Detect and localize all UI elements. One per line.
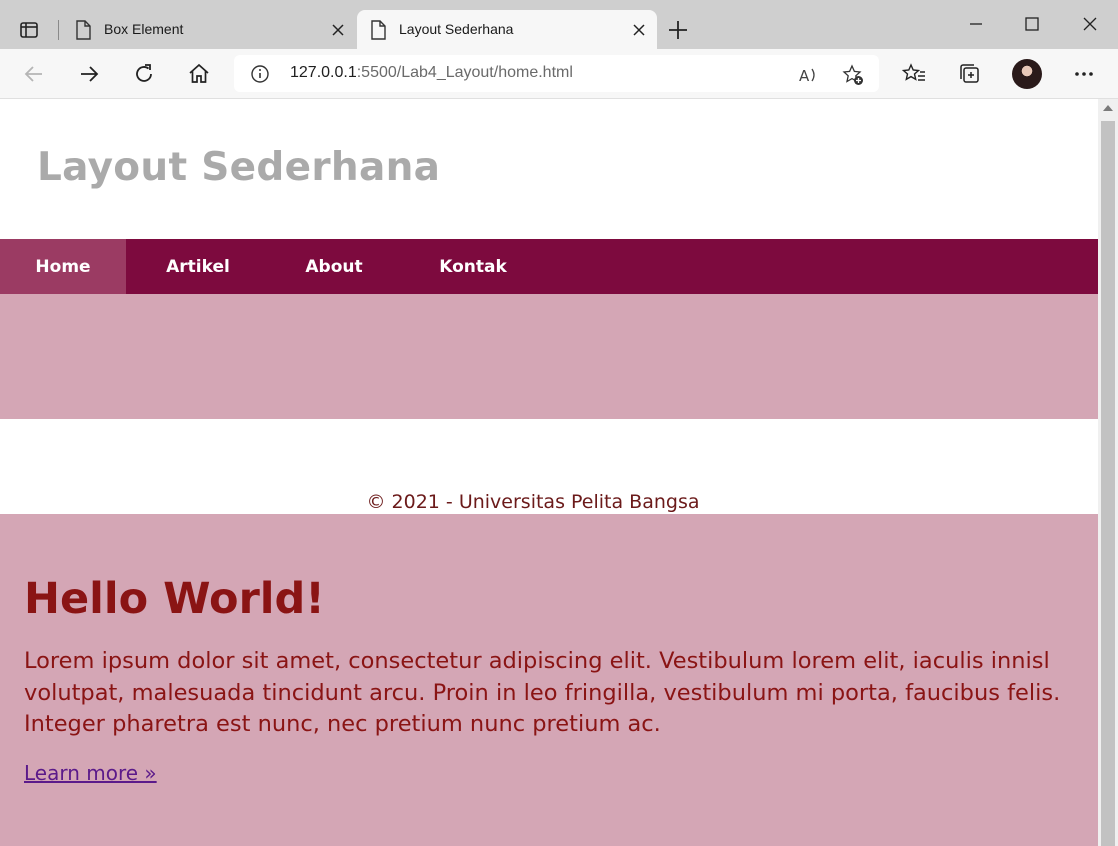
jumbotron: Hello World! Lorem ipsum dolor sit amet,…	[0, 514, 1098, 846]
url-path: :5500/Lab4_Layout/home.html	[356, 64, 573, 81]
jumbotron-text: Lorem ipsum dolor sit amet, consectetur …	[24, 648, 1061, 737]
forward-icon[interactable]	[76, 61, 102, 87]
favorites-icon[interactable]	[901, 61, 927, 87]
maximize-icon[interactable]	[1020, 12, 1044, 36]
address-toolbar: 127.0.0.1:5500/Lab4_Layout/home.html A	[0, 49, 1118, 99]
jumbotron-title: Hello World!	[24, 574, 325, 624]
info-icon[interactable]	[250, 64, 270, 84]
profile-avatar[interactable]	[1012, 59, 1042, 89]
url-field[interactable]: 127.0.0.1:5500/Lab4_Layout/home.html A	[234, 55, 879, 92]
banner-area	[0, 294, 1098, 419]
refresh-icon[interactable]	[131, 61, 157, 87]
window-close-icon[interactable]	[1078, 12, 1102, 36]
nav-item-kontak[interactable]: Kontak	[398, 239, 548, 294]
collections-icon[interactable]	[956, 61, 982, 87]
tab-actions-icon[interactable]	[10, 12, 48, 48]
vertical-scrollbar[interactable]	[1098, 99, 1118, 846]
url-text: 127.0.0.1:5500/Lab4_Layout/home.html	[290, 64, 573, 82]
learn-more-link[interactable]: Learn more »	[24, 761, 157, 785]
back-icon[interactable]	[21, 61, 47, 87]
nav-item-artikel[interactable]: Artikel	[126, 239, 270, 294]
nav-item-about[interactable]: About	[270, 239, 398, 294]
tab-layout-sederhana[interactable]: Layout Sederhana	[357, 10, 657, 49]
site-header: Layout Sederhana	[0, 99, 1098, 239]
svg-text:A: A	[799, 67, 810, 85]
page-icon	[76, 20, 91, 40]
main-nav: Home Artikel About Kontak	[0, 239, 1098, 294]
close-icon[interactable]	[631, 22, 647, 38]
read-aloud-icon[interactable]: A	[798, 64, 820, 86]
tab-box-element[interactable]: Box Element	[62, 10, 356, 49]
site-title: Layout Sederhana	[37, 145, 441, 190]
scroll-thumb[interactable]	[1101, 121, 1115, 846]
close-icon[interactable]	[330, 22, 346, 38]
tab-title: Box Element	[104, 21, 184, 37]
page-viewport: Layout Sederhana Home Artikel About Kont…	[0, 99, 1098, 846]
tab-separator	[58, 20, 59, 40]
scroll-up-arrow-icon[interactable]	[1103, 105, 1113, 111]
tab-title: Layout Sederhana	[399, 21, 514, 37]
page-icon	[371, 20, 386, 40]
minimize-icon[interactable]	[964, 12, 988, 36]
tab-strip: Box Element Layout Sederhana	[0, 0, 1118, 49]
more-options-icon[interactable]	[1071, 61, 1097, 87]
footer-copyright: © 2021 - Universitas Pelita Bangsa	[366, 491, 700, 513]
url-host: 127.0.0.1	[290, 64, 357, 81]
home-icon[interactable]	[186, 61, 212, 87]
add-favorite-icon[interactable]	[842, 64, 864, 86]
new-tab-icon[interactable]	[664, 16, 692, 44]
nav-item-home[interactable]: Home	[0, 239, 126, 294]
